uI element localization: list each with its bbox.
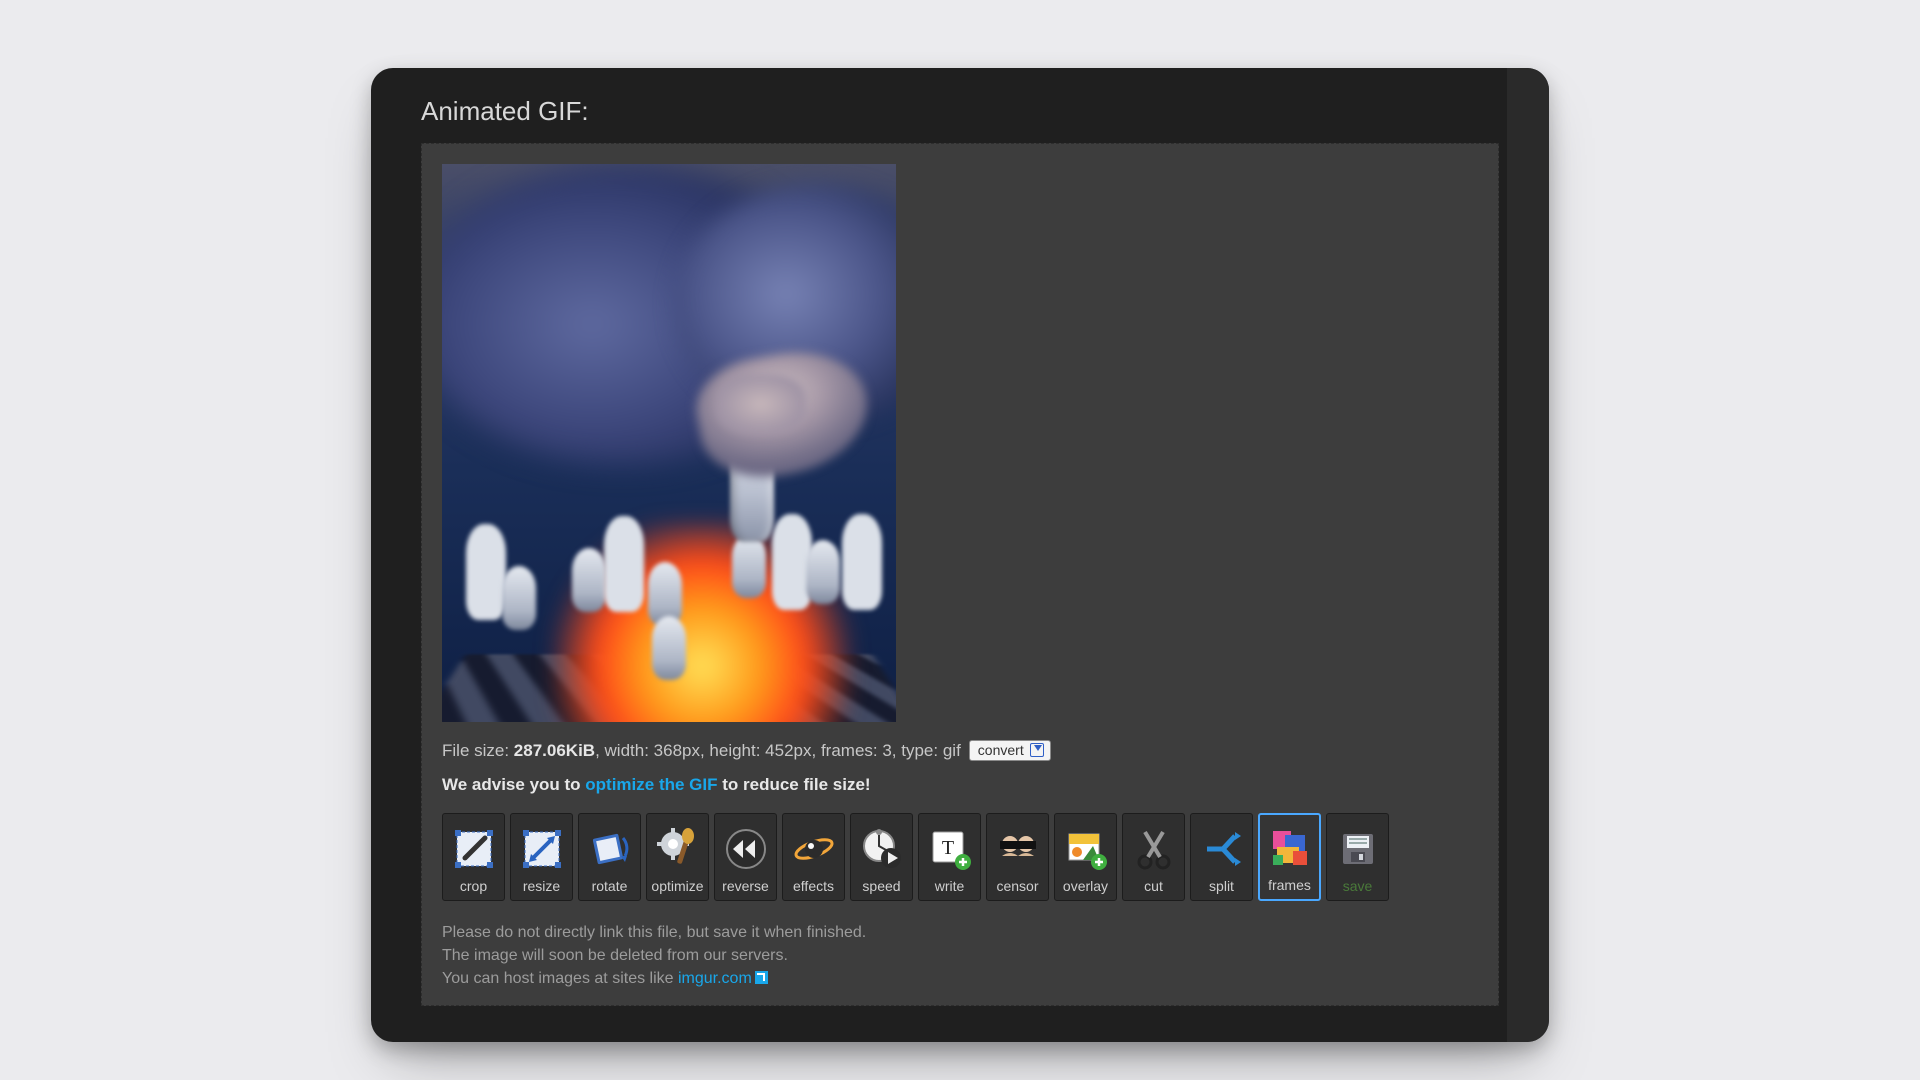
tool-label: crop xyxy=(460,878,487,894)
tool-rotate[interactable]: rotate xyxy=(578,813,641,901)
split-icon xyxy=(1197,824,1247,874)
tool-label: reverse xyxy=(722,878,769,894)
tool-label: effects xyxy=(793,878,834,894)
tool-censor[interactable]: censor xyxy=(986,813,1049,901)
tool-label: save xyxy=(1343,878,1373,894)
note-line-3: You can host images at sites like imgur.… xyxy=(442,967,1478,990)
note-line-2: The image will soon be deleted from our … xyxy=(442,944,1478,967)
note-prefix: You can host images at sites like xyxy=(442,970,678,987)
advice-suffix: to reduce file size! xyxy=(718,775,871,794)
footer-notes: Please do not directly link this file, b… xyxy=(442,921,1478,991)
tool-label: overlay xyxy=(1063,878,1108,894)
file-info: File size: 287.06KiB, width: 368px, heig… xyxy=(442,740,1478,761)
tool-split[interactable]: split xyxy=(1190,813,1253,901)
cut-icon xyxy=(1129,824,1179,874)
tool-label: censor xyxy=(996,878,1038,894)
tool-crop[interactable]: crop xyxy=(442,813,505,901)
tool-label: cut xyxy=(1144,878,1163,894)
tool-resize[interactable]: resize xyxy=(510,813,573,901)
tool-label: optimize xyxy=(651,878,703,894)
crop-icon xyxy=(449,824,499,874)
section-title: Animated GIF: xyxy=(421,96,1499,127)
svg-text:T: T xyxy=(941,837,953,859)
tool-effects[interactable]: effects xyxy=(782,813,845,901)
tool-label: speed xyxy=(862,878,900,894)
note-line-1: Please do not directly link this file, b… xyxy=(442,921,1478,944)
tool-toolbar: crop resize xyxy=(442,813,1478,901)
optimize-link[interactable]: optimize the GIF xyxy=(585,775,717,794)
tool-label: frames xyxy=(1268,877,1311,893)
tool-save[interactable]: save xyxy=(1326,813,1389,901)
resize-icon xyxy=(517,824,567,874)
effects-icon xyxy=(789,824,839,874)
external-link-icon xyxy=(755,971,768,984)
tool-cut[interactable]: cut xyxy=(1122,813,1185,901)
file-dims: , width: 368px, height: 452px, frames: 3… xyxy=(595,741,961,760)
tool-frames[interactable]: frames xyxy=(1258,813,1321,901)
tool-overlay[interactable]: overlay xyxy=(1054,813,1117,901)
tool-label: resize xyxy=(523,878,560,894)
tool-reverse[interactable]: reverse xyxy=(714,813,777,901)
frames-icon xyxy=(1265,823,1315,873)
gif-preview[interactable] xyxy=(442,164,896,722)
speed-icon xyxy=(857,824,907,874)
reverse-icon xyxy=(721,824,771,874)
optimize-advice: We advise you to optimize the GIF to red… xyxy=(442,775,1478,795)
convert-button[interactable]: convert xyxy=(969,740,1051,761)
tool-optimize[interactable]: optimize xyxy=(646,813,709,901)
save-icon xyxy=(1333,824,1383,874)
overlay-icon xyxy=(1061,824,1111,874)
download-icon xyxy=(1030,743,1044,757)
imgur-link[interactable]: imgur.com xyxy=(678,970,752,987)
tool-write[interactable]: T write xyxy=(918,813,981,901)
file-size-label: File size: xyxy=(442,741,514,760)
censor-icon xyxy=(993,824,1043,874)
editor-window: Animated GIF: File size: 287.06KiB, widt… xyxy=(371,68,1549,1042)
file-size-value: 287.06KiB xyxy=(514,741,595,760)
convert-label: convert xyxy=(978,742,1024,758)
tool-label: write xyxy=(935,878,965,894)
tool-label: split xyxy=(1209,878,1234,894)
write-icon: T xyxy=(925,824,975,874)
preview-panel: File size: 287.06KiB, width: 368px, heig… xyxy=(421,143,1499,1006)
rotate-icon xyxy=(585,824,635,874)
tool-speed[interactable]: speed xyxy=(850,813,913,901)
tool-label: rotate xyxy=(592,878,628,894)
advice-prefix: We advise you to xyxy=(442,775,585,794)
optimize-icon xyxy=(653,824,703,874)
